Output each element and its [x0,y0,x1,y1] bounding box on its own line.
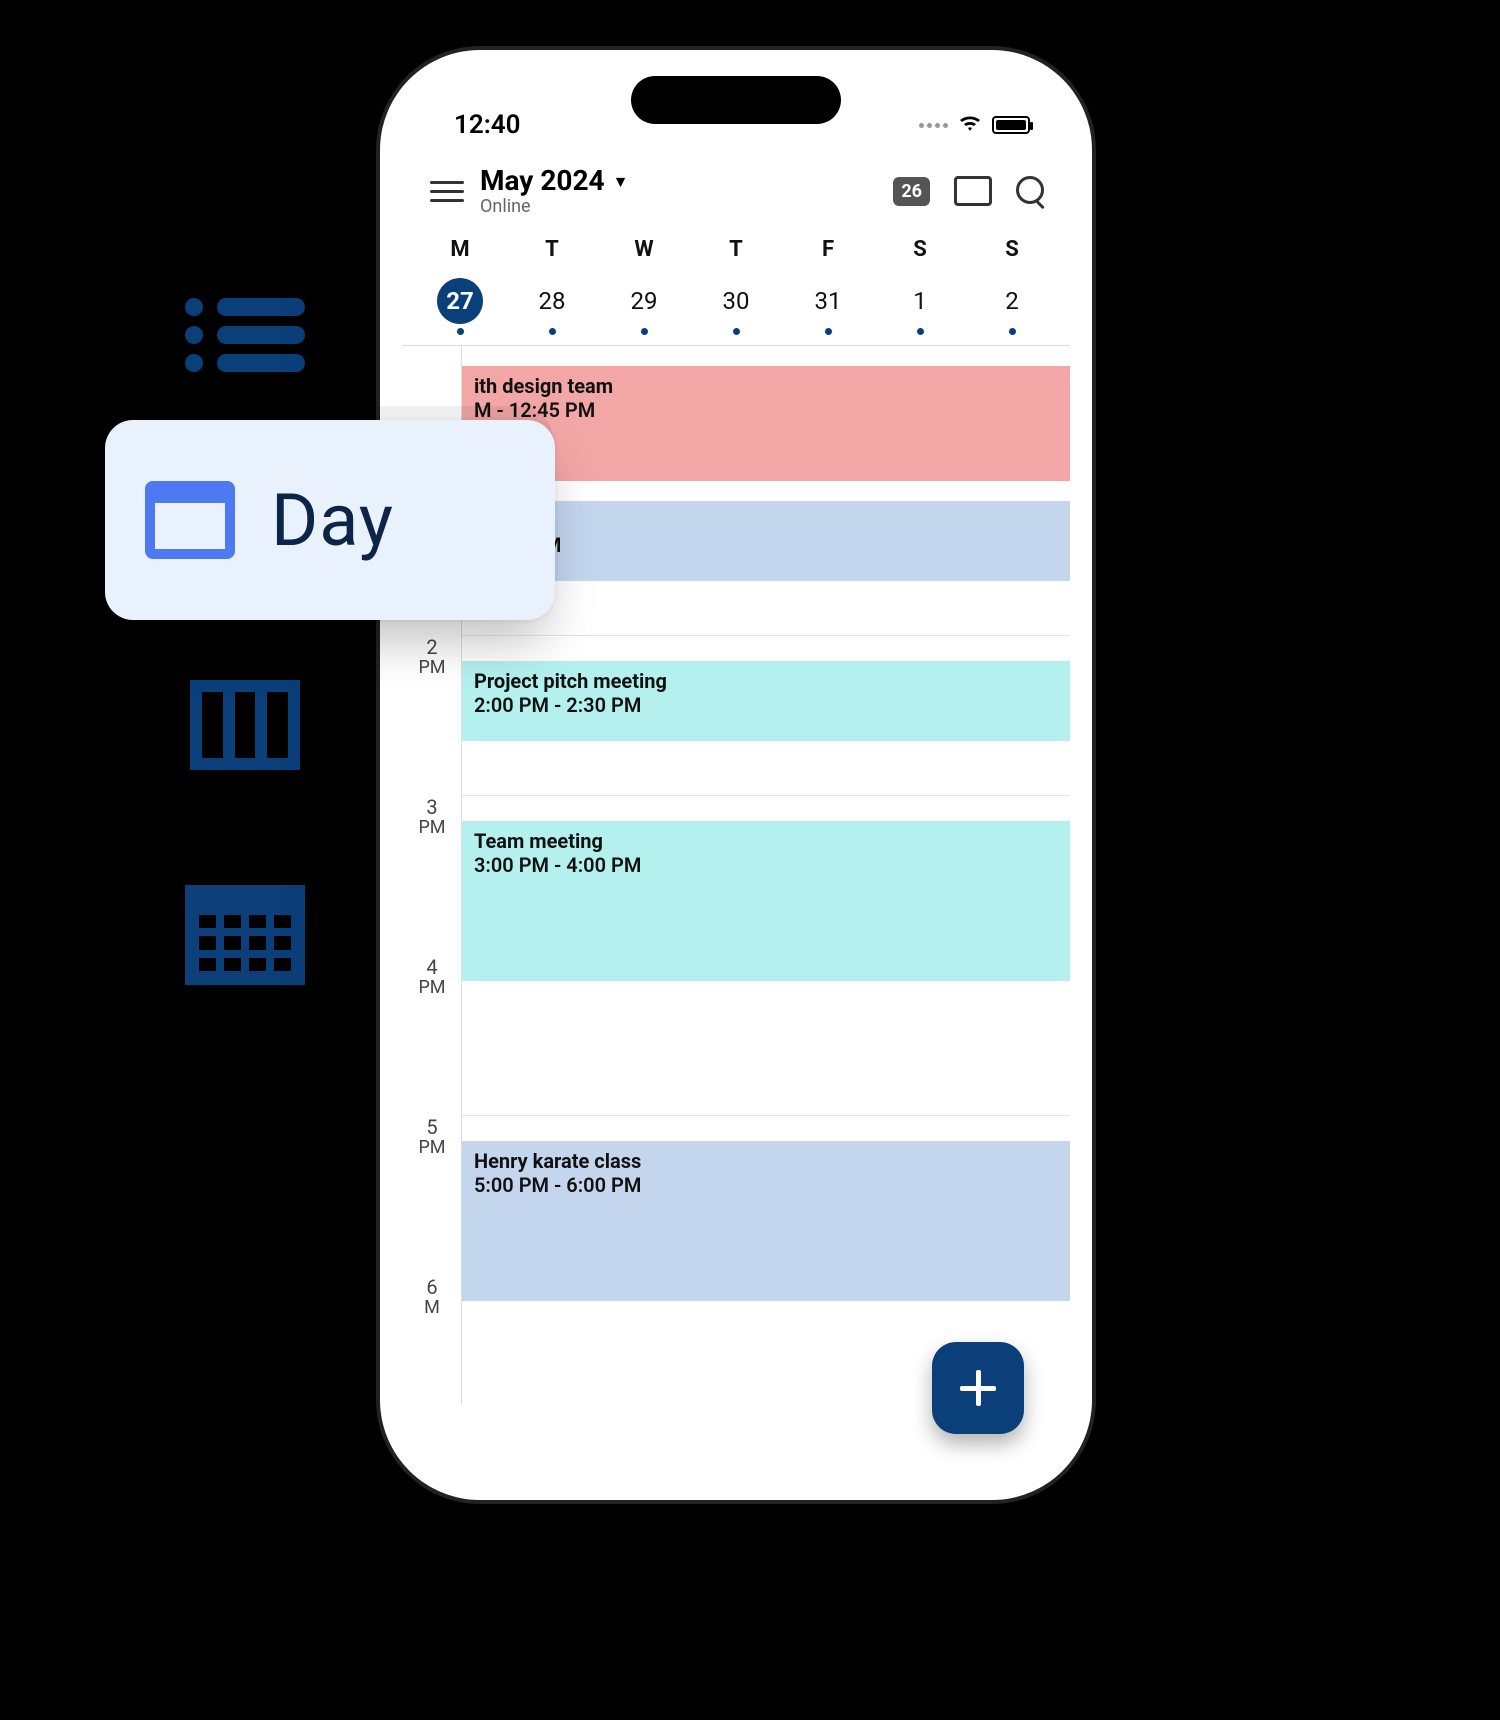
phone-screen: 12:40 May 2024 ▼ Online 26 [402,72,1070,1478]
header-subtitle: Online [480,197,877,217]
day-view-label: Day [271,478,394,563]
cellular-dots-icon [919,123,948,128]
date-cell[interactable]: 30 [690,272,782,345]
event-indicator-dot [733,328,740,335]
date-number: 30 [713,278,759,324]
date-cell[interactable]: 2 [966,272,1058,345]
event-title: Project pitch meeting [474,669,1058,693]
wifi-icon [958,113,982,138]
hour-label: 2PM [402,636,462,678]
event-time: 3:00 PM - 4:00 PM [474,853,1058,877]
day-view-chip[interactable]: Day [105,420,555,620]
date-number: 31 [805,278,851,324]
menu-button[interactable] [430,181,464,202]
month-view-icon[interactable] [180,890,310,980]
event-time: - 1:30 PM [474,533,1058,557]
phone-frame: 12:40 May 2024 ▼ Online 26 [380,50,1092,1500]
today-button[interactable]: 26 [893,177,930,206]
week-view-icon[interactable] [180,680,310,770]
weekday-header: MTWTFSS [402,227,1070,268]
date-cell[interactable]: 29 [598,272,690,345]
event-title: Henry karate class [474,1149,1058,1173]
calendar-event[interactable]: Team meeting3:00 PM - 4:00 PM [462,821,1070,981]
date-cell[interactable]: 27 [414,272,506,345]
date-number: 27 [437,278,483,324]
event-indicator-dot [1009,328,1016,335]
battery-icon [992,116,1030,134]
event-time: 5:00 PM - 6:00 PM [474,1173,1058,1197]
event-time: 2:00 PM - 2:30 PM [474,693,1058,717]
agenda-view-icon[interactable] [180,290,310,380]
event-indicator-dot [825,328,832,335]
search-button[interactable] [1016,176,1046,206]
add-event-button[interactable] [932,1342,1024,1434]
month-picker[interactable]: May 2024 ▼ [480,166,877,197]
date-cell[interactable]: 31 [782,272,874,345]
date-cell[interactable]: 28 [506,272,598,345]
weekday-label: M [414,231,506,268]
event-indicator-dot [457,328,464,335]
date-number: 1 [897,278,943,324]
view-toggle-button[interactable] [954,176,992,206]
date-number: 28 [529,278,575,324]
chevron-down-icon: ▼ [613,173,629,191]
weekday-label: S [874,231,966,268]
weekday-label: F [782,231,874,268]
weekday-label: S [966,231,1058,268]
weekday-label: T [506,231,598,268]
device-notch [631,76,841,124]
hour-label: 4PM [402,956,462,998]
date-cell[interactable]: 1 [874,272,966,345]
event-title: Team meeting [474,829,1058,853]
event-indicator-dot [917,328,924,335]
app-header: May 2024 ▼ Online 26 [402,152,1070,227]
calendar-event[interactable]: Project pitch meeting2:00 PM - 2:30 PM [462,661,1070,741]
event-indicator-dot [641,328,648,335]
calendar-event[interactable]: Henry karate class5:00 PM - 6:00 PM [462,1141,1070,1301]
header-title: May 2024 [480,166,605,197]
event-title: ith design team [474,374,1058,398]
date-row: 27 28 29 30 31 12 [402,268,1070,345]
hour-label: 3PM [402,796,462,838]
view-mode-icons [180,290,310,1100]
hour-label: 5PM [402,1116,462,1158]
weekday-label: T [690,231,782,268]
event-time: M - 12:45 PM [474,398,1058,422]
status-time: 12:40 [454,110,521,140]
event-title: Henry [474,509,1058,533]
event-indicator-dot [549,328,556,335]
weekday-label: W [598,231,690,268]
date-number: 2 [989,278,1035,324]
hour-label: 6M [402,1276,462,1318]
day-view-icon [145,481,235,559]
date-number: 29 [621,278,667,324]
